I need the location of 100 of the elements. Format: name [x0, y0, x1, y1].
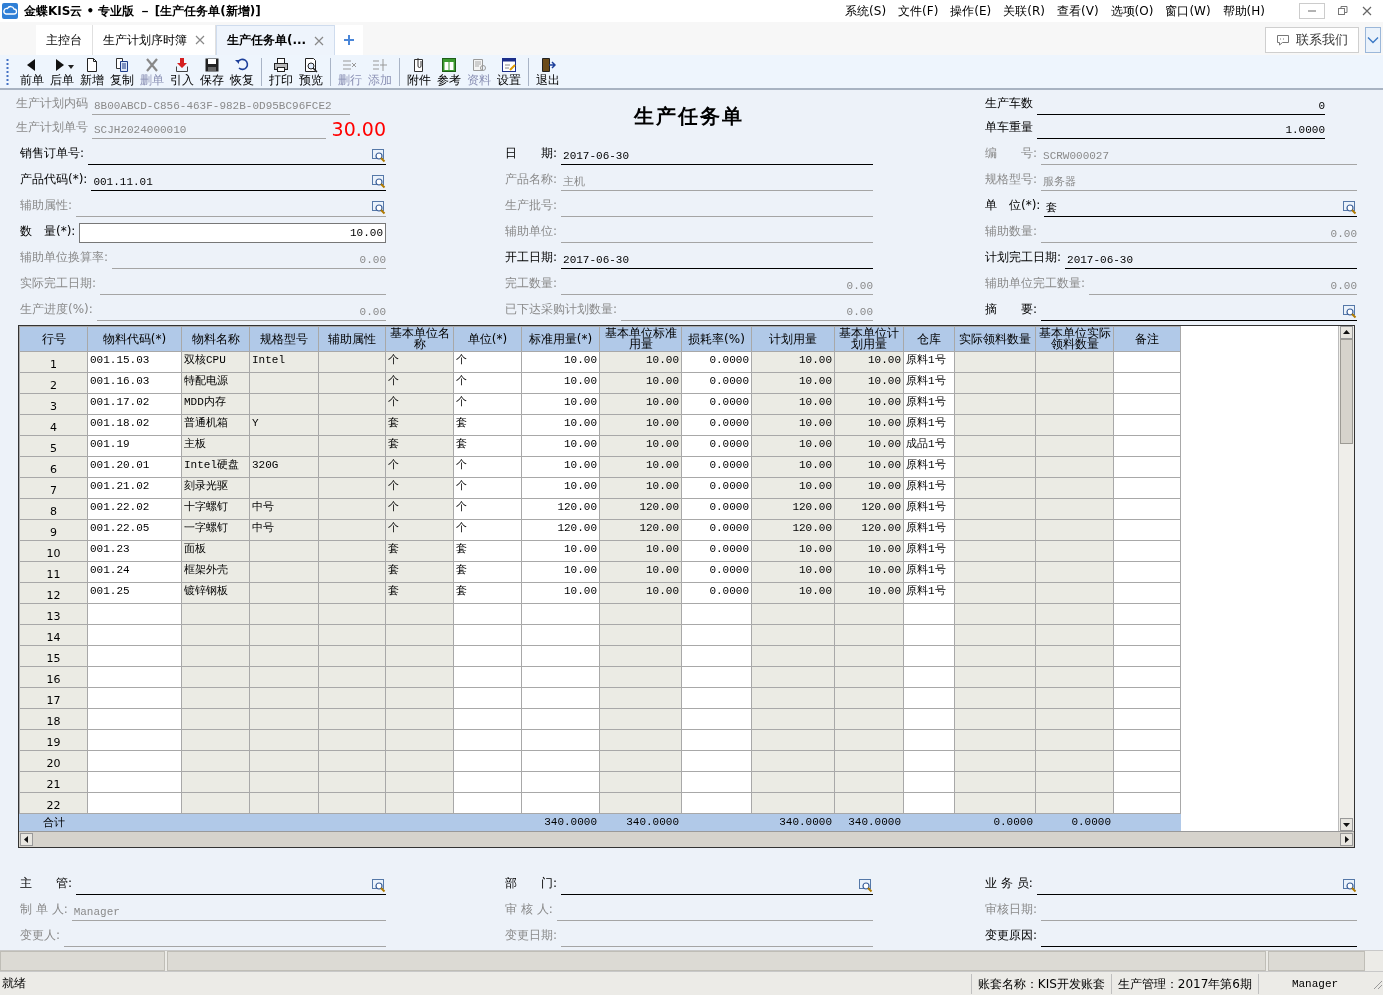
toolbar-button[interactable]: 前单 — [17, 56, 47, 87]
toolbar-button[interactable]: 附件 — [404, 56, 434, 87]
menu-item[interactable]: 窗口(W) — [1165, 2, 1211, 20]
column-header[interactable]: 单位(*) — [453, 326, 522, 352]
contact-button[interactable]: 联系我们 — [1265, 27, 1359, 53]
tab[interactable]: 生产任务单(... — [216, 25, 336, 55]
row-number: 20 — [19, 750, 88, 772]
input-field[interactable]: 1.0000 — [1037, 121, 1325, 139]
dropdown-button[interactable] — [1365, 27, 1381, 53]
close-icon[interactable] — [314, 35, 325, 46]
toolbar-button[interactable]: 复制 — [107, 56, 137, 87]
toolbar-button[interactable]: 新增 — [77, 56, 107, 87]
input-field[interactable] — [561, 877, 873, 895]
tab[interactable]: 生产计划序时簿 — [93, 25, 216, 55]
field-label: 单车重量 — [985, 119, 1033, 136]
toolbar-button[interactable]: 保存 — [197, 56, 227, 87]
column-header[interactable]: 基本单位实际领料数量 — [1035, 326, 1114, 352]
column-header[interactable]: 损耗率(%) — [681, 326, 752, 352]
input-field[interactable]: 2017-06-30 — [561, 147, 873, 165]
search-icon[interactable] — [371, 878, 386, 893]
column-header[interactable]: 基本单位标准用量 — [599, 326, 682, 352]
input-field[interactable]: 2017-06-30 — [561, 251, 873, 269]
add-row-icon — [372, 56, 388, 73]
search-icon[interactable] — [1342, 200, 1357, 215]
search-icon[interactable] — [371, 148, 386, 163]
column-header[interactable]: 物料代码(*) — [87, 326, 182, 352]
column-header[interactable]: 行号 — [19, 326, 88, 352]
close-icon[interactable] — [1361, 5, 1373, 17]
minimize-icon[interactable] — [1299, 3, 1325, 19]
menu-item[interactable]: 选项(O) — [1110, 2, 1154, 20]
menu-item[interactable]: 关联(R) — [1003, 2, 1045, 20]
import-icon — [174, 56, 190, 73]
status-text: Manager — [1258, 973, 1371, 994]
field-label: 日 期: — [505, 145, 558, 162]
toolbar-button[interactable]: 后单 — [47, 56, 77, 87]
row-number: 3 — [19, 393, 88, 415]
search-icon[interactable] — [371, 174, 386, 189]
row-number: 7 — [19, 477, 88, 499]
column-header[interactable]: 仓库 — [903, 326, 955, 352]
field-label: 销售订单号: — [20, 145, 85, 162]
vertical-scrollbar[interactable] — [1338, 326, 1354, 831]
search-icon[interactable] — [858, 878, 873, 893]
tab[interactable]: 主控台 — [36, 25, 93, 55]
column-header[interactable]: 基本单位计划用量 — [834, 326, 904, 352]
row-number: 21 — [19, 771, 88, 793]
toolbar-button[interactable]: 设置 — [494, 56, 524, 87]
field-label: 生产车数 — [985, 95, 1033, 112]
row-number: 18 — [19, 708, 88, 730]
column-header[interactable]: 规格型号 — [249, 326, 319, 352]
input-field[interactable] — [1041, 303, 1357, 321]
status-text: 生产管理：2017年第6期 — [1110, 973, 1258, 994]
toolbar-button[interactable]: 引入 — [167, 56, 197, 87]
menu-item[interactable]: 查看(V) — [1057, 2, 1099, 20]
table-icon — [441, 56, 457, 73]
row-number: 12 — [19, 582, 88, 604]
row-number: 8 — [19, 498, 88, 520]
input-field[interactable]: 2017-06-30 — [1065, 251, 1357, 269]
status-text: 账套名称：KIS开发账套 — [970, 973, 1111, 994]
input-field[interactable]: 001.11.01 — [91, 173, 386, 191]
row-number: 6 — [19, 456, 88, 478]
column-header[interactable]: 计划用量 — [751, 326, 835, 352]
menu-item[interactable]: 操作(E) — [950, 2, 992, 20]
input-field[interactable]: 10.00 — [79, 223, 386, 243]
input-field[interactable]: 套 — [1044, 199, 1357, 217]
field-label: 摘 要: — [985, 301, 1038, 318]
input-field[interactable]: 0 — [1037, 97, 1325, 115]
menu-item[interactable]: 系统(S) — [845, 2, 887, 20]
field-label: 审 核 人: — [505, 901, 553, 918]
column-header[interactable]: 备注 — [1113, 326, 1181, 352]
search-icon[interactable] — [1342, 304, 1357, 319]
row-number: 5 — [19, 435, 88, 457]
scroll-thumb[interactable] — [1340, 339, 1353, 444]
row-number: 11 — [19, 561, 88, 583]
field-label: 生产计划内码 — [16, 95, 88, 112]
toolbar-button[interactable]: 打印 — [266, 56, 296, 87]
exit-door-icon — [540, 56, 556, 73]
column-header[interactable]: 实际领料数量 — [954, 326, 1036, 352]
restore-icon[interactable] — [1337, 5, 1349, 17]
column-header[interactable]: 基本单位名称 — [385, 326, 454, 352]
column-header[interactable]: 辅助属性 — [318, 326, 386, 352]
close-icon[interactable] — [195, 35, 205, 45]
field-label: 产品代码(*): — [20, 171, 88, 188]
toolbar-button[interactable]: 恢复 — [227, 56, 257, 87]
menu-item[interactable]: 帮助(H) — [1222, 2, 1265, 20]
horizontal-scrollbar[interactable] — [19, 831, 1354, 847]
toolbar-button[interactable]: 参考 — [434, 56, 464, 87]
field-label: 变更日期: — [505, 927, 558, 944]
row-number: 16 — [19, 666, 88, 688]
search-icon[interactable] — [1342, 878, 1357, 893]
column-header[interactable]: 物料名称 — [181, 326, 250, 352]
input-field[interactable] — [76, 877, 386, 895]
printer-icon — [273, 56, 289, 73]
field-label: 部 门: — [505, 875, 558, 892]
input-field[interactable] — [88, 147, 386, 165]
toolbar-button[interactable]: 退出 — [533, 56, 563, 87]
menu-item[interactable]: 文件(F) — [898, 2, 939, 20]
column-header[interactable]: 标准用量(*) — [521, 326, 600, 352]
input-field[interactable] — [1036, 877, 1357, 895]
add-tab-button[interactable] — [335, 25, 364, 55]
toolbar-button[interactable]: 预览 — [296, 56, 326, 87]
